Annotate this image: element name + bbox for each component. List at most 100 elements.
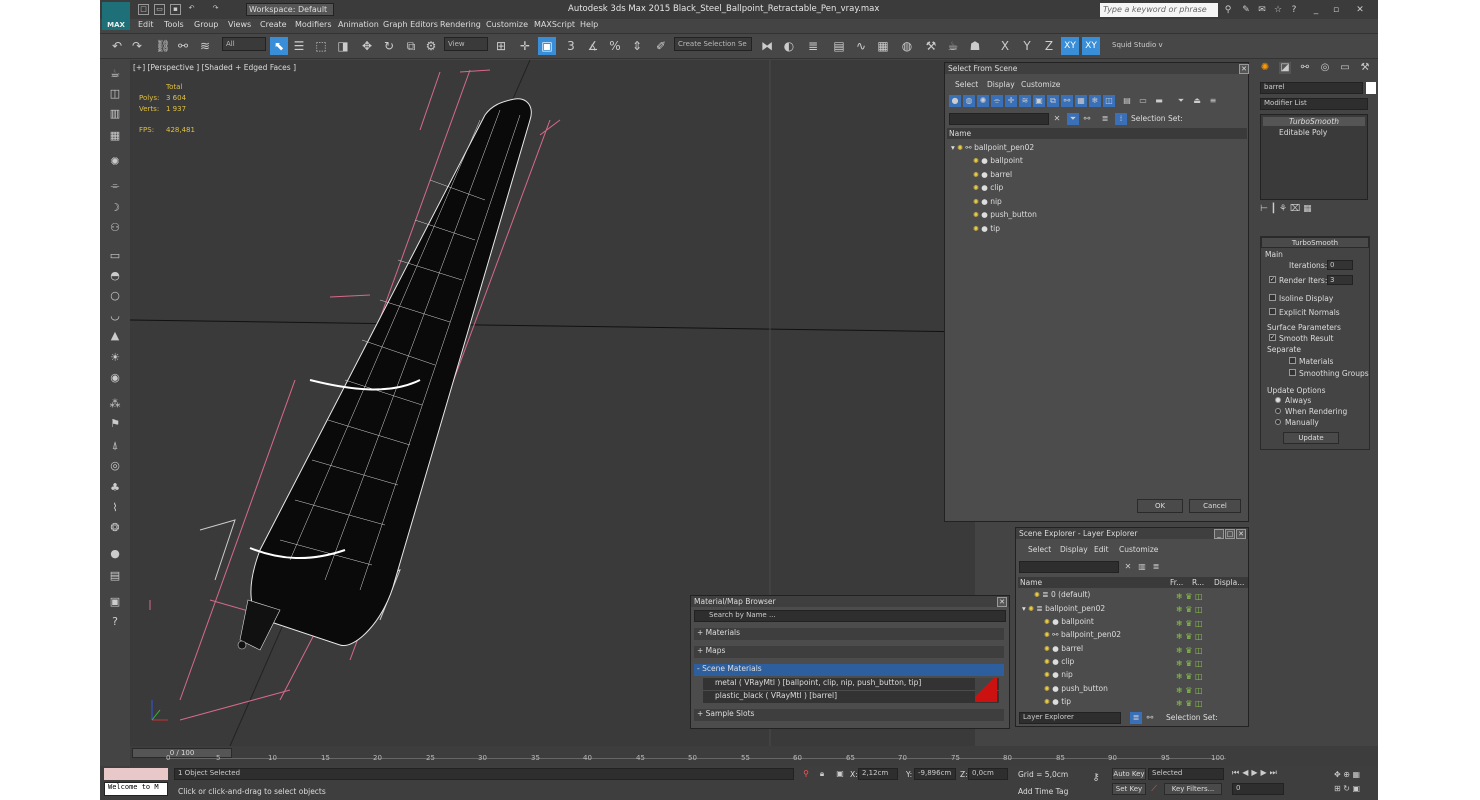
- layer-row[interactable]: ✺ ● ballpoint: [1044, 617, 1094, 626]
- grid-icon[interactable]: ▦: [106, 128, 124, 144]
- spinner-snap-icon[interactable]: ⇕: [628, 37, 646, 55]
- place-icon[interactable]: ⚙: [422, 37, 440, 55]
- tree-row[interactable]: ✺ ● clip: [973, 183, 1003, 195]
- find-icon[interactable]: ⏷: [1067, 113, 1079, 125]
- explicit-normals-checkbox[interactable]: [1269, 308, 1276, 315]
- subscription-icon[interactable]: ✎: [1240, 4, 1252, 16]
- layer-row[interactable]: ▾ ✺ ≣ ballpoint_pen02: [1022, 604, 1105, 613]
- lock-icon[interactable]: 🔒︎: [816, 768, 828, 780]
- hierarchy-tab-icon[interactable]: ⚯: [1299, 62, 1311, 74]
- rect-selection-icon[interactable]: ⬚: [312, 37, 330, 55]
- display-shapes-icon[interactable]: ◍: [963, 95, 975, 107]
- helper-icon[interactable]: ⍋: [106, 438, 124, 454]
- isolate-icon[interactable]: ⚲: [800, 768, 812, 780]
- select-by-name-icon[interactable]: ☰: [290, 37, 308, 55]
- display-all-icon[interactable]: ▤: [1121, 95, 1133, 107]
- search-icon[interactable]: ⚲: [1222, 4, 1234, 16]
- menu-modifiers[interactable]: Modifiers: [295, 20, 332, 29]
- x-coordinate[interactable]: 2,12cm: [858, 768, 898, 780]
- move-icon[interactable]: ✥: [358, 37, 376, 55]
- y-coordinate[interactable]: -9,896cm: [914, 768, 956, 780]
- tree-row[interactable]: ✺ ● nip: [973, 197, 1002, 209]
- section-scene-materials[interactable]: - Scene Materials: [694, 664, 1004, 676]
- modify-icon[interactable]: ◫: [106, 86, 124, 102]
- smooth-result-checkbox[interactable]: ✓: [1269, 334, 1276, 341]
- layer-row[interactable]: ✺ ≣ 0 (default): [1034, 590, 1090, 599]
- select-manipulate-icon[interactable]: ✛: [516, 37, 534, 55]
- se-menu-edit[interactable]: Edit: [1094, 545, 1109, 554]
- display-frozen-icon[interactable]: ❄: [1089, 95, 1101, 107]
- help-circle-icon[interactable]: ?: [106, 614, 124, 630]
- display-invert-icon[interactable]: ▬: [1153, 95, 1165, 107]
- sfs-menu-select[interactable]: Select: [955, 80, 978, 89]
- z-coordinate[interactable]: 0,0cm: [968, 768, 1008, 780]
- se-selection-set[interactable]: Selection Set:: [1166, 713, 1218, 722]
- materials-checkbox[interactable]: [1289, 357, 1296, 364]
- globe-icon[interactable]: ◎: [106, 458, 124, 474]
- object-color-swatch[interactable]: [1366, 82, 1376, 94]
- stack-controls[interactable]: ⊢ ┃ ⚘ ⌧ ▦: [1260, 204, 1370, 218]
- tree-row[interactable]: ▾ ✺ ⚯ ballpoint_pen02: [951, 143, 1247, 155]
- camera-icon[interactable]: ⌯: [106, 178, 124, 194]
- undo-quick-icon[interactable]: ↶: [186, 4, 197, 15]
- layers-icon[interactable]: ≣: [1099, 113, 1111, 125]
- moon-icon[interactable]: ☽: [106, 200, 124, 216]
- key-filters-button[interactable]: Key Filters...: [1164, 783, 1222, 795]
- display-lights-icon[interactable]: ✺: [977, 95, 989, 107]
- col-display[interactable]: Displa...: [1214, 578, 1244, 587]
- display-containers-icon[interactable]: ▦: [1075, 95, 1087, 107]
- maximize-icon[interactable]: □: [1225, 529, 1235, 539]
- display-xrefs-icon[interactable]: ⧉: [1047, 95, 1059, 107]
- layer-manager-icon[interactable]: ≣: [804, 37, 822, 55]
- light-bulb-icon[interactable]: ✺: [973, 211, 979, 219]
- key-icon[interactable]: ⚷: [1090, 772, 1102, 784]
- layers-icon[interactable]: ≣: [1150, 561, 1162, 573]
- film-icon[interactable]: ⚇: [106, 220, 124, 236]
- col-freeze[interactable]: Fr...: [1170, 578, 1183, 587]
- menu-views[interactable]: Views: [228, 20, 251, 29]
- find-icon[interactable]: ▥: [1136, 561, 1148, 573]
- render-setup-icon[interactable]: ⚒: [922, 37, 940, 55]
- auto-key-button[interactable]: Auto Key: [1112, 768, 1146, 780]
- curve-editor-icon[interactable]: ∿: [852, 37, 870, 55]
- light-bulb-icon[interactable]: ✺: [973, 225, 979, 233]
- edit-named-selections-icon[interactable]: ✐: [652, 37, 670, 55]
- menu-graph-editors[interactable]: Graph Editors: [383, 20, 438, 29]
- percent-snap-icon[interactable]: %: [606, 37, 624, 55]
- axis-z-button[interactable]: Z: [1040, 37, 1058, 55]
- schematic-view-icon[interactable]: ▦: [874, 37, 892, 55]
- current-frame-field[interactable]: 0: [1232, 783, 1284, 795]
- axis-x-button[interactable]: X: [996, 37, 1014, 55]
- scale-icon[interactable]: ⧉: [402, 37, 420, 55]
- render-production-icon[interactable]: ☗: [966, 37, 984, 55]
- section-materials[interactable]: + Materials: [694, 628, 1004, 640]
- menu-edit[interactable]: Edit: [138, 20, 154, 29]
- display-cameras-icon[interactable]: ⌯: [991, 95, 1003, 107]
- maxscript-listener-pink[interactable]: [104, 768, 168, 780]
- tree-row[interactable]: ✺ ● ballpoint: [973, 156, 1023, 168]
- light-bulb-icon[interactable]: ✺: [973, 157, 979, 165]
- object-name-field[interactable]: barrel: [1260, 82, 1363, 94]
- display-bones-icon[interactable]: ⚯: [1061, 95, 1073, 107]
- menu-animation[interactable]: Animation: [338, 20, 379, 29]
- menu-help[interactable]: Help: [580, 20, 598, 29]
- sphere-light-icon[interactable]: ○: [106, 288, 124, 304]
- box-icon[interactable]: ▣: [106, 594, 124, 610]
- display-hidden-icon[interactable]: ◫: [1103, 95, 1115, 107]
- smoothing-groups-checkbox[interactable]: [1289, 369, 1296, 376]
- close-icon[interactable]: ✕: [1239, 64, 1249, 74]
- viewport-label[interactable]: [+] [Perspective ] [Shaded + Edged Faces…: [133, 63, 296, 72]
- sfs-menu-customize[interactable]: Customize: [1021, 80, 1060, 89]
- isoline-checkbox[interactable]: [1269, 294, 1276, 301]
- unlink-icon[interactable]: ⚯: [174, 37, 192, 55]
- maximize-icon[interactable]: ▫: [1330, 4, 1342, 16]
- always-radio[interactable]: [1275, 397, 1281, 403]
- iterations-spinner[interactable]: 0: [1327, 260, 1353, 270]
- mirror-icon[interactable]: ⧓: [758, 37, 776, 55]
- col-name[interactable]: Name: [949, 129, 971, 138]
- layer-row[interactable]: ✺ ⚯ ballpoint_pen02: [1044, 630, 1121, 639]
- particles-icon[interactable]: ⁂: [106, 396, 124, 412]
- menu-group[interactable]: Group: [194, 20, 218, 29]
- sfs-menu-display[interactable]: Display: [987, 80, 1015, 89]
- update-button[interactable]: Update: [1283, 432, 1339, 444]
